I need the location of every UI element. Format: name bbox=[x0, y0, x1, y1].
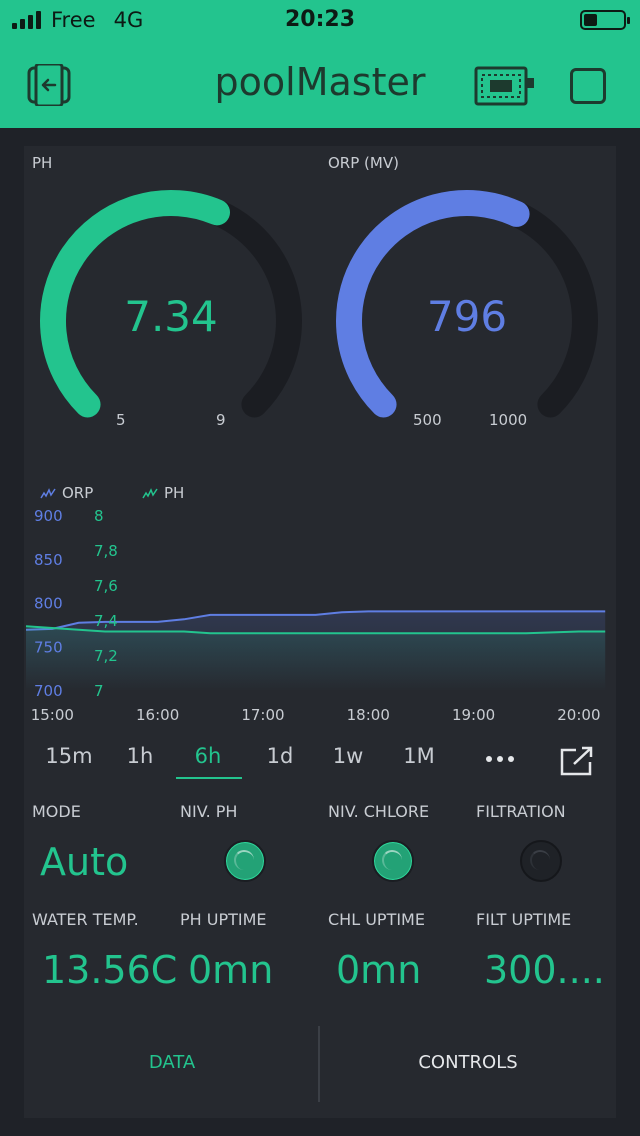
orp-gauge-max: 1000 bbox=[489, 411, 528, 429]
dashboard-panel: PH 7.34 5 9 ORP (MV) 796 500 1000 ORP PH… bbox=[24, 146, 616, 1118]
bottom-tab-bar: DATA CONTROLS bbox=[24, 1026, 616, 1102]
left-axis-tick: 700 bbox=[34, 682, 63, 696]
water-temp-label: WATER TEMP. bbox=[32, 910, 139, 929]
time-range-1d[interactable]: 1d bbox=[250, 744, 310, 768]
app-header: poolMaster bbox=[0, 40, 640, 128]
time-range-1M[interactable]: 1M bbox=[389, 744, 449, 768]
superchart[interactable]: 900 850 800 750 700 8 7,8 7,6 7,4 7,2 7 bbox=[24, 506, 616, 696]
chl-uptime-label: CHL UPTIME bbox=[328, 910, 425, 929]
niv-ph-label: NIV. PH bbox=[180, 802, 238, 821]
legend-orp: ORP bbox=[40, 484, 93, 502]
more-icon[interactable] bbox=[486, 756, 514, 762]
legend-orp-label: ORP bbox=[62, 484, 94, 502]
ph-gauge-label: PH bbox=[32, 154, 53, 172]
right-axis-tick: 7,4 bbox=[94, 612, 118, 630]
fullscreen-icon[interactable] bbox=[560, 746, 594, 776]
device-button[interactable] bbox=[474, 66, 534, 108]
ph-uptime-value: 0mn bbox=[188, 948, 274, 992]
filtration-label: FILTRATION bbox=[476, 802, 566, 821]
legend-ph: PH bbox=[142, 484, 184, 502]
time-range-1h[interactable]: 1h bbox=[110, 744, 170, 768]
active-range-indicator bbox=[176, 777, 242, 779]
ph-uptime-label: PH UPTIME bbox=[180, 910, 267, 929]
battery-icon bbox=[580, 10, 630, 30]
x-axis-tick: 18:00 bbox=[346, 706, 390, 724]
right-axis-tick: 7,6 bbox=[94, 577, 118, 595]
left-axis-tick: 900 bbox=[34, 507, 63, 525]
orp-series-icon bbox=[40, 488, 56, 499]
filt-uptime-label: FILT UPTIME bbox=[476, 910, 572, 929]
filtration-led bbox=[520, 840, 562, 882]
niv-chlore-label: NIV. CHLORE bbox=[328, 802, 430, 821]
time-range-1w[interactable]: 1w bbox=[318, 744, 378, 768]
play-stop-button[interactable] bbox=[570, 68, 606, 104]
tab-controls[interactable]: CONTROLS bbox=[320, 1052, 616, 1073]
filt-uptime-value: 300.... bbox=[484, 948, 605, 992]
battery-level bbox=[584, 14, 598, 26]
time-range-6h[interactable]: 6h bbox=[178, 744, 238, 768]
ph-series-icon bbox=[142, 488, 158, 499]
right-axis-tick: 7 bbox=[94, 682, 104, 696]
niv-ph-led bbox=[224, 840, 266, 882]
left-axis-tick: 750 bbox=[34, 638, 63, 656]
x-axis-tick: 17:00 bbox=[241, 706, 285, 724]
mode-value: Auto bbox=[40, 840, 129, 884]
legend-ph-label: PH bbox=[164, 484, 185, 502]
clock: 20:23 bbox=[284, 7, 356, 32]
orp-gauge-min: 500 bbox=[413, 411, 442, 429]
orp-gauge-value: 796 bbox=[426, 292, 508, 341]
tab-data[interactable]: DATA bbox=[24, 1052, 320, 1073]
niv-chlore-led bbox=[372, 840, 414, 882]
x-axis-tick: 15:00 bbox=[30, 706, 74, 724]
mode-label: MODE bbox=[32, 802, 81, 821]
x-axis-tick: 19:00 bbox=[451, 706, 496, 724]
status-bar: Free 4G 20:23 bbox=[0, 0, 640, 40]
device-board-icon bbox=[474, 66, 534, 106]
right-axis-tick: 7,8 bbox=[94, 542, 118, 560]
chl-uptime-value: 0mn bbox=[336, 948, 422, 992]
right-axis-tick: 8 bbox=[94, 507, 104, 525]
x-axis-tick: 16:00 bbox=[136, 706, 180, 724]
ph-gauge-min: 5 bbox=[116, 411, 126, 429]
orp-gauge-label: ORP (MV) bbox=[328, 154, 399, 172]
ph-gauge-value: 7.34 bbox=[124, 292, 218, 341]
right-axis-tick: 7,2 bbox=[94, 647, 118, 665]
water-temp-value: 13.56C bbox=[42, 948, 178, 992]
ph-gauge-max: 9 bbox=[216, 411, 226, 429]
left-axis-tick: 850 bbox=[34, 551, 63, 569]
x-axis-tick: 20:00 bbox=[557, 706, 601, 724]
time-range-15m[interactable]: 15m bbox=[39, 744, 99, 768]
left-axis-tick: 800 bbox=[34, 595, 63, 613]
app-title: poolMaster bbox=[214, 60, 426, 104]
